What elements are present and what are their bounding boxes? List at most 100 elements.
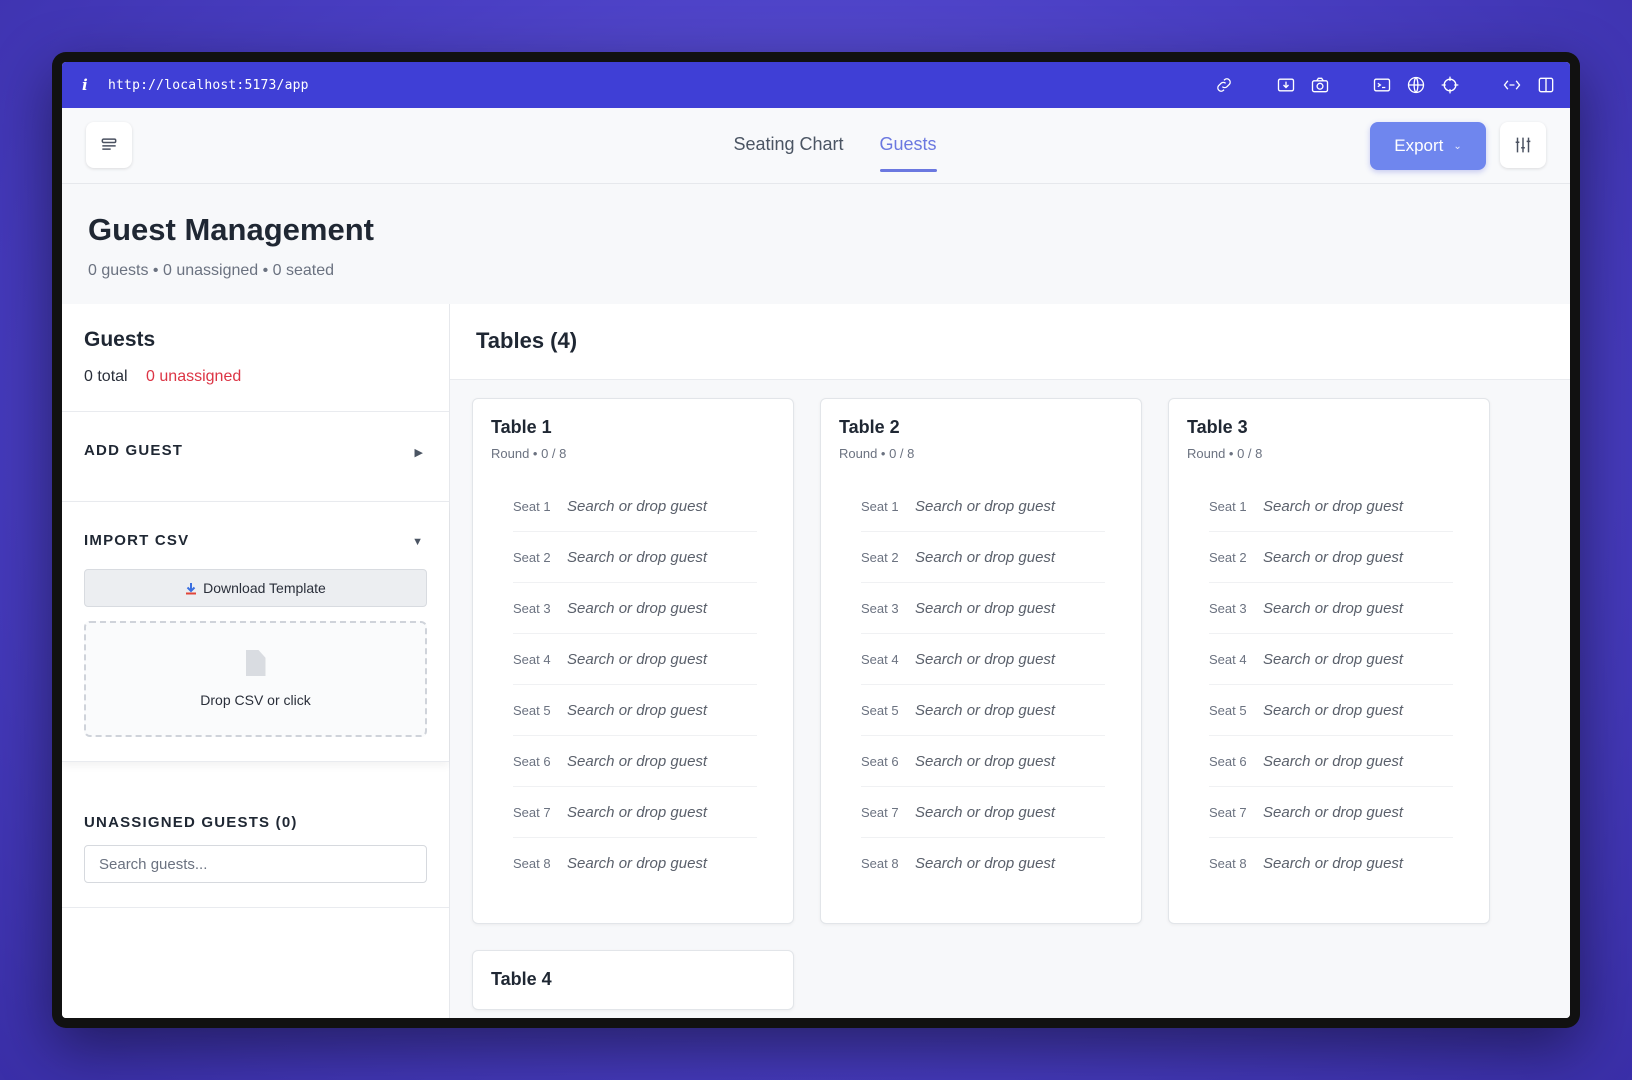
- seat-search[interactable]: Search or drop guest: [567, 498, 707, 515]
- search-guests-input[interactable]: [84, 845, 427, 883]
- import-csv-title[interactable]: IMPORT CSV: [84, 532, 427, 549]
- seat-row[interactable]: Seat 5 Search or drop guest: [513, 685, 757, 736]
- seat-label: Seat 3: [861, 600, 899, 616]
- seat-label: Seat 7: [861, 804, 899, 820]
- seat-label: Seat 8: [1209, 856, 1247, 871]
- tab-seating-chart[interactable]: Seating Chart: [733, 108, 843, 184]
- seat-search[interactable]: Search or drop guest: [567, 549, 707, 566]
- seat-label: Seat 1: [1209, 498, 1247, 514]
- seat-search[interactable]: Search or drop guest: [567, 651, 707, 668]
- seat-search[interactable]: Search or drop guest: [1263, 702, 1403, 719]
- download-icon: [186, 582, 197, 594]
- seat-search[interactable]: Search or drop guest: [1263, 753, 1403, 770]
- seat-row[interactable]: Seat 8 Search or drop guest: [861, 838, 1105, 889]
- seat-row[interactable]: Seat 2 Search or drop guest: [861, 532, 1105, 583]
- add-guest-section[interactable]: ADD GUEST ▶: [62, 412, 449, 502]
- seat-row[interactable]: Seat 1 Search or drop guest: [1209, 481, 1453, 532]
- expand-arrow-icon[interactable]: ▶: [415, 446, 423, 459]
- download-template-label: Download Template: [203, 580, 326, 596]
- tables-title: Tables (4): [476, 328, 578, 353]
- seat-label: Seat 6: [1209, 753, 1247, 769]
- page-title: Guest Management: [88, 212, 374, 247]
- crosshair-icon[interactable]: [1440, 75, 1460, 95]
- seat-row[interactable]: Seat 1 Search or drop guest: [861, 481, 1105, 532]
- seat-search[interactable]: Search or drop guest: [567, 600, 707, 617]
- seat-label: Seat 1: [513, 498, 551, 514]
- seat-search[interactable]: Search or drop guest: [915, 702, 1055, 719]
- download-template-button[interactable]: Download Template: [84, 569, 427, 607]
- add-guest-title: ADD GUEST: [84, 442, 184, 459]
- camera-icon[interactable]: [1310, 75, 1330, 95]
- seat-search[interactable]: Search or drop guest: [567, 855, 707, 872]
- seat-label: Seat 7: [1209, 804, 1247, 820]
- url-bar: i http://localhost:5173/app: [62, 62, 1570, 108]
- screenshot-icon[interactable]: [1276, 75, 1296, 95]
- seat-search[interactable]: Search or drop guest: [915, 498, 1055, 515]
- seat-row[interactable]: Seat 7 Search or drop guest: [1209, 787, 1453, 838]
- export-button[interactable]: Export ⌄: [1370, 122, 1486, 170]
- seat-row[interactable]: Seat 6 Search or drop guest: [513, 736, 757, 787]
- seat-search[interactable]: Search or drop guest: [1263, 651, 1403, 668]
- sliders-icon: [1515, 137, 1531, 153]
- seat-search[interactable]: Search or drop guest: [567, 804, 707, 821]
- split-view-icon[interactable]: [1536, 75, 1556, 95]
- seat-row[interactable]: Seat 8 Search or drop guest: [513, 838, 757, 889]
- seat-row[interactable]: Seat 3 Search or drop guest: [861, 583, 1105, 634]
- seat-label: Seat 8: [861, 856, 899, 871]
- seat-label: Seat 4: [513, 651, 551, 667]
- settings-button[interactable]: [1500, 122, 1546, 168]
- extension-icon[interactable]: [1502, 75, 1522, 95]
- seat-search[interactable]: Search or drop guest: [915, 600, 1055, 617]
- seat-search[interactable]: Search or drop guest: [915, 753, 1055, 770]
- seat-search[interactable]: Search or drop guest: [1263, 549, 1403, 566]
- seat-search[interactable]: Search or drop guest: [915, 651, 1055, 668]
- seat-search[interactable]: Search or drop guest: [1263, 498, 1403, 515]
- tab-guests[interactable]: Guests: [879, 108, 937, 184]
- seat-search[interactable]: Search or drop guest: [567, 753, 707, 770]
- seat-row[interactable]: Seat 5 Search or drop guest: [861, 685, 1105, 736]
- seat-row[interactable]: Seat 4 Search or drop guest: [1209, 634, 1453, 685]
- seat-row[interactable]: Seat 2 Search or drop guest: [1209, 532, 1453, 583]
- seat-search[interactable]: Search or drop guest: [915, 549, 1055, 566]
- collapse-arrow-icon[interactable]: ▼: [412, 536, 423, 548]
- seat-search[interactable]: Search or drop guest: [915, 804, 1055, 821]
- seat-row[interactable]: Seat 7 Search or drop guest: [513, 787, 757, 838]
- seat-row[interactable]: Seat 4 Search or drop guest: [861, 634, 1105, 685]
- link-icon[interactable]: [1214, 75, 1234, 95]
- seat-label: Seat 2: [513, 549, 551, 565]
- url-text[interactable]: http://localhost:5173/app: [108, 78, 309, 93]
- page-stats: 0 guests • 0 unassigned • 0 seated: [88, 262, 335, 279]
- seat-list: Seat 1 Search or drop guest Seat 2 Search …: [491, 481, 775, 889]
- seat-label: Seat 4: [1209, 651, 1247, 667]
- seat-row[interactable]: Seat 1 Search or drop guest: [513, 481, 757, 532]
- seat-search[interactable]: Search or drop guest: [1263, 855, 1403, 872]
- terminal-icon[interactable]: [1372, 75, 1392, 95]
- seat-row[interactable]: Seat 3 Search or drop guest: [1209, 583, 1453, 634]
- table-card: Table 4: [472, 950, 794, 1010]
- seat-search[interactable]: Search or drop guest: [915, 855, 1055, 872]
- unassigned-guests-section: UNASSIGNED GUESTS (0): [62, 762, 449, 908]
- seat-row[interactable]: Seat 4 Search or drop guest: [513, 634, 757, 685]
- csv-dropzone[interactable]: Drop CSV or click: [84, 621, 427, 737]
- info-icon[interactable]: i: [82, 76, 108, 94]
- globe-icon[interactable]: [1406, 75, 1426, 95]
- seat-row[interactable]: Seat 6 Search or drop guest: [861, 736, 1105, 787]
- seat-row[interactable]: Seat 3 Search or drop guest: [513, 583, 757, 634]
- seat-search[interactable]: Search or drop guest: [1263, 600, 1403, 617]
- seat-row[interactable]: Seat 7 Search or drop guest: [861, 787, 1105, 838]
- nav-tabs: Seating Chart Guests: [62, 108, 1570, 184]
- table-meta: Round • 0 / 8: [1187, 446, 1263, 461]
- seat-row[interactable]: Seat 6 Search or drop guest: [1209, 736, 1453, 787]
- seat-search[interactable]: Search or drop guest: [567, 702, 707, 719]
- browser-toolbar: [1214, 75, 1556, 95]
- seat-row[interactable]: Seat 5 Search or drop guest: [1209, 685, 1453, 736]
- seat-label: Seat 6: [861, 753, 899, 769]
- file-icon: [245, 650, 266, 676]
- seat-row[interactable]: Seat 8 Search or drop guest: [1209, 838, 1453, 889]
- seat-row[interactable]: Seat 2 Search or drop guest: [513, 532, 757, 583]
- seat-search[interactable]: Search or drop guest: [1263, 804, 1403, 821]
- table-card: Table 3 Round • 0 / 8 Seat 1 Search or dr…: [1168, 398, 1490, 924]
- table-card: Table 2 Round • 0 / 8 Seat 1 Search or dr…: [820, 398, 1142, 924]
- seat-list: Seat 1 Search or drop guest Seat 2 Search …: [1187, 481, 1471, 889]
- table-name: Table 3: [1187, 417, 1248, 437]
